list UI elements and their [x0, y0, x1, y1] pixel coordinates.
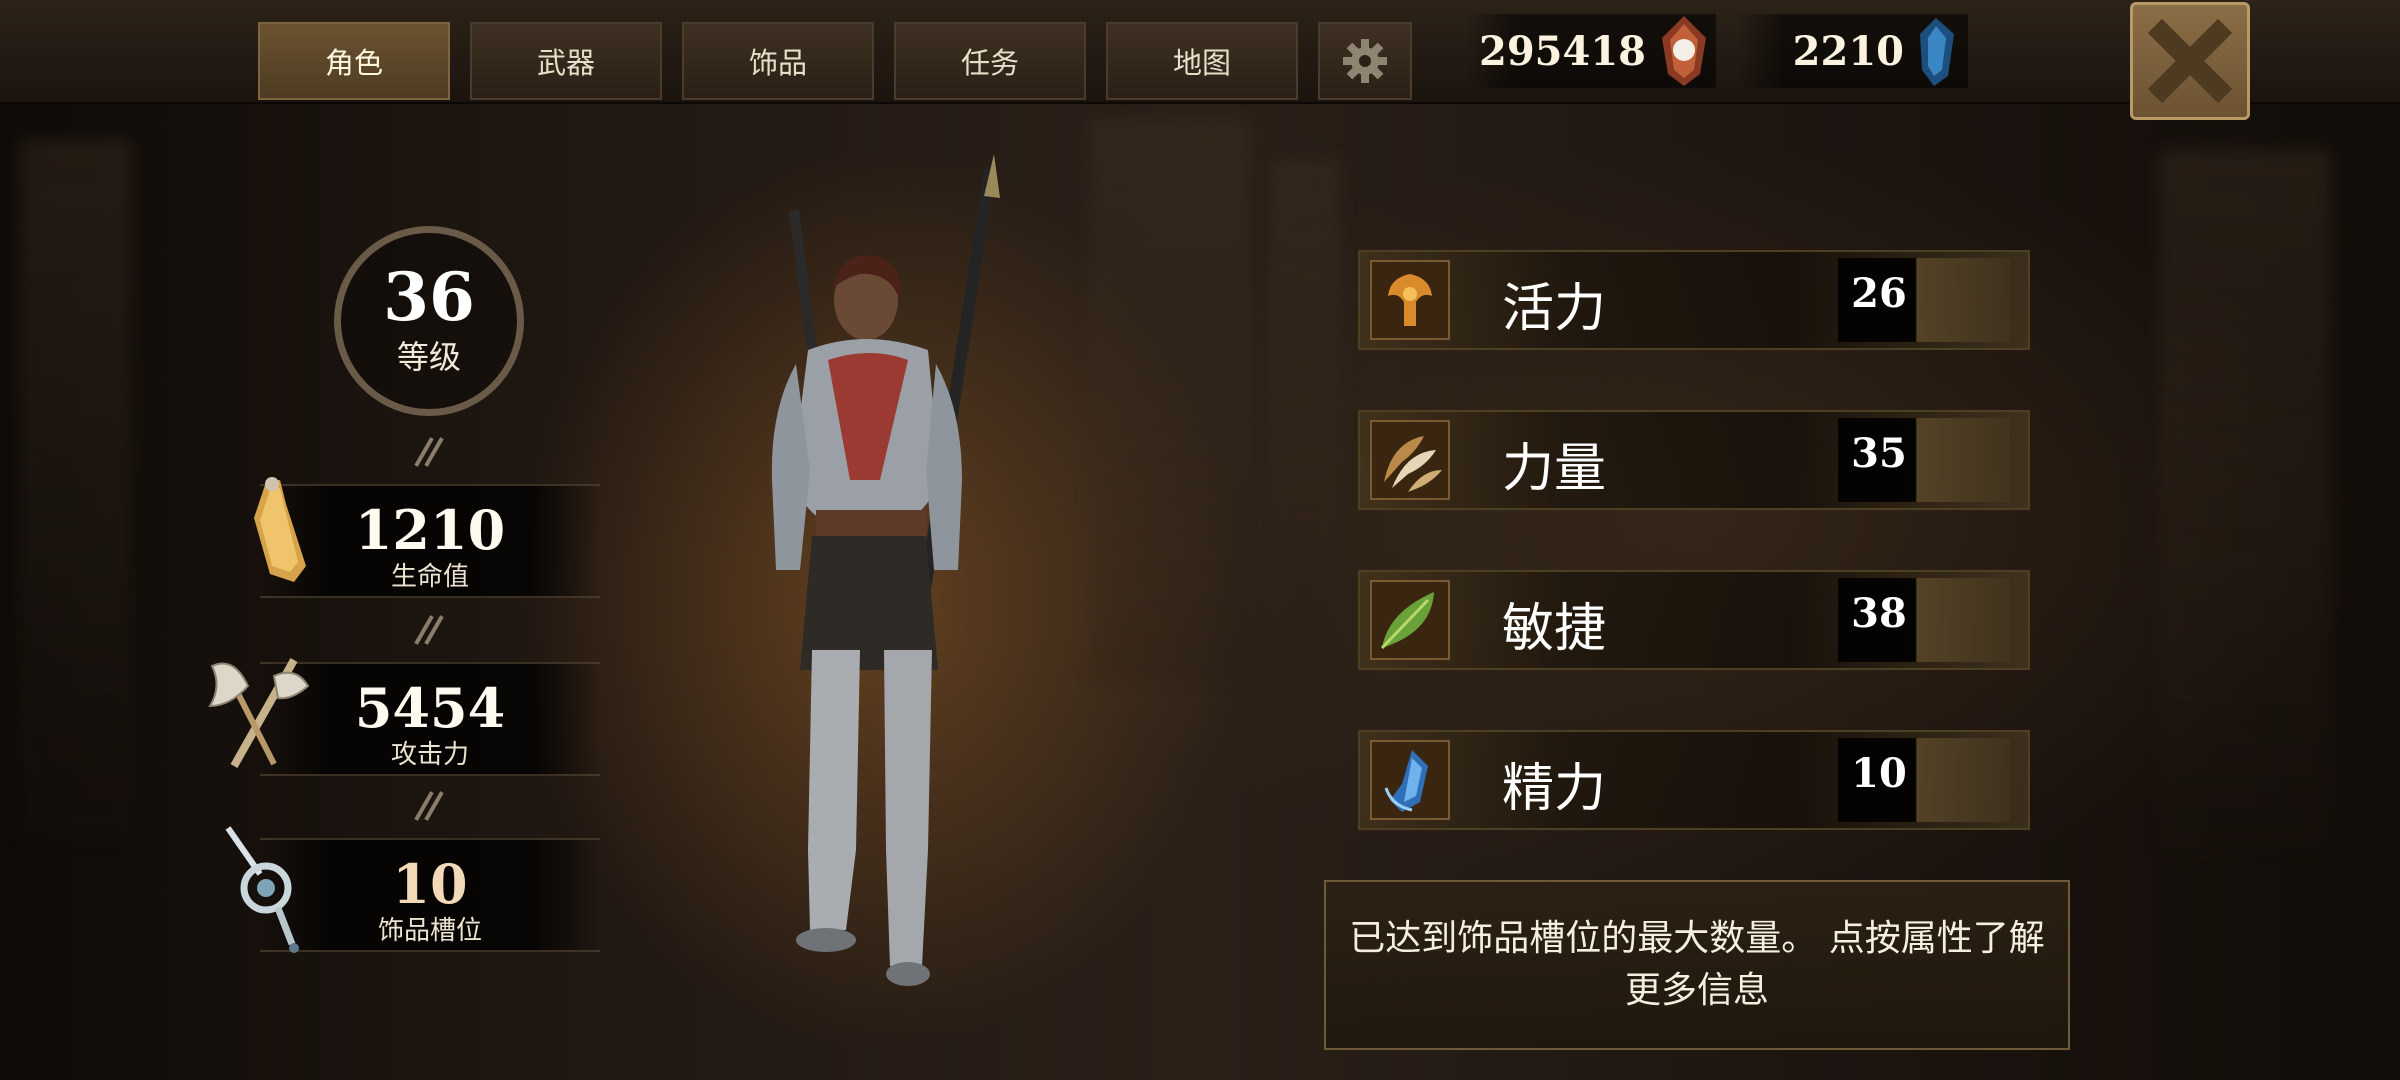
- attribute-strength[interactable]: 力量 35: [1358, 410, 2030, 510]
- info-text: 已达到饰品槽位的最大数量。 点按属性了解更多信息: [1349, 918, 2045, 1011]
- tab-character[interactable]: 角色: [258, 22, 450, 100]
- tab-map[interactable]: 地图: [1106, 22, 1298, 100]
- level-label: 等级: [396, 338, 461, 376]
- attribute-name: 力量: [1502, 439, 1607, 499]
- background-pillar: [20, 140, 130, 840]
- attribute-value: 35: [1851, 430, 1907, 477]
- crystal-amount: 2210: [1792, 27, 1904, 75]
- crystal-currency: 2210: [1738, 14, 1968, 88]
- background-pillar: [1090, 120, 1250, 680]
- stat-row-accessory-slots: 10 饰品槽位: [260, 838, 600, 952]
- attribute-name: 敏捷: [1502, 599, 1607, 659]
- divider-slash: [414, 432, 444, 472]
- attribute-value: 26: [1851, 270, 1907, 317]
- accessory-slots-label: 饰品槽位: [377, 916, 482, 946]
- divider-slash: [414, 610, 444, 650]
- crossed-axe-icon: [208, 658, 310, 768]
- info-message: 已达到饰品槽位的最大数量。 点按属性了解更多信息: [1324, 880, 2070, 1050]
- attribute-energy[interactable]: 精力 10: [1358, 730, 2030, 830]
- energy-crystal-icon: [1370, 740, 1450, 820]
- attribute-name: 活力: [1502, 279, 1607, 339]
- attribute-value: 10: [1851, 750, 1907, 797]
- background-pillar: [1270, 160, 1340, 680]
- close-icon: [2148, 19, 2232, 103]
- strength-claw-icon: [1370, 420, 1450, 500]
- tab-quests[interactable]: 任务: [894, 22, 1086, 100]
- tab-accessories[interactable]: 饰品: [682, 22, 874, 100]
- settings-button[interactable]: [1318, 22, 1412, 100]
- tab-weapons[interactable]: 武器: [470, 22, 662, 100]
- character-model: [771, 154, 1000, 986]
- attribute-name: 精力: [1502, 759, 1607, 819]
- health-scroll-icon: [254, 477, 306, 582]
- level-badge: 36 等级: [334, 226, 524, 416]
- vitality-icon: [1370, 260, 1450, 340]
- top-bar: 角色 武器 饰品 任务 地图 295418 2210: [0, 0, 2400, 120]
- accessory-slots-value: 10: [392, 852, 468, 916]
- attribute-value: 38: [1851, 590, 1907, 637]
- blue-crystal-icon: [1920, 18, 1954, 86]
- divider-slash: [414, 786, 444, 826]
- gold-amount: 295418: [1479, 27, 1646, 75]
- background-pillar: [2160, 150, 2330, 850]
- amulet-slot-icon: [225, 826, 299, 953]
- close-button[interactable]: [2130, 2, 2250, 120]
- attribute-agility[interactable]: 敏捷 38: [1358, 570, 2030, 670]
- agility-leaf-icon: [1370, 580, 1450, 660]
- level-value: 36: [383, 258, 475, 336]
- gear-icon: [1343, 39, 1387, 83]
- attribute-vitality[interactable]: 活力 26: [1358, 250, 2030, 350]
- gold-currency: 295418: [1466, 14, 1716, 88]
- gem-orb-icon: [1662, 16, 1706, 86]
